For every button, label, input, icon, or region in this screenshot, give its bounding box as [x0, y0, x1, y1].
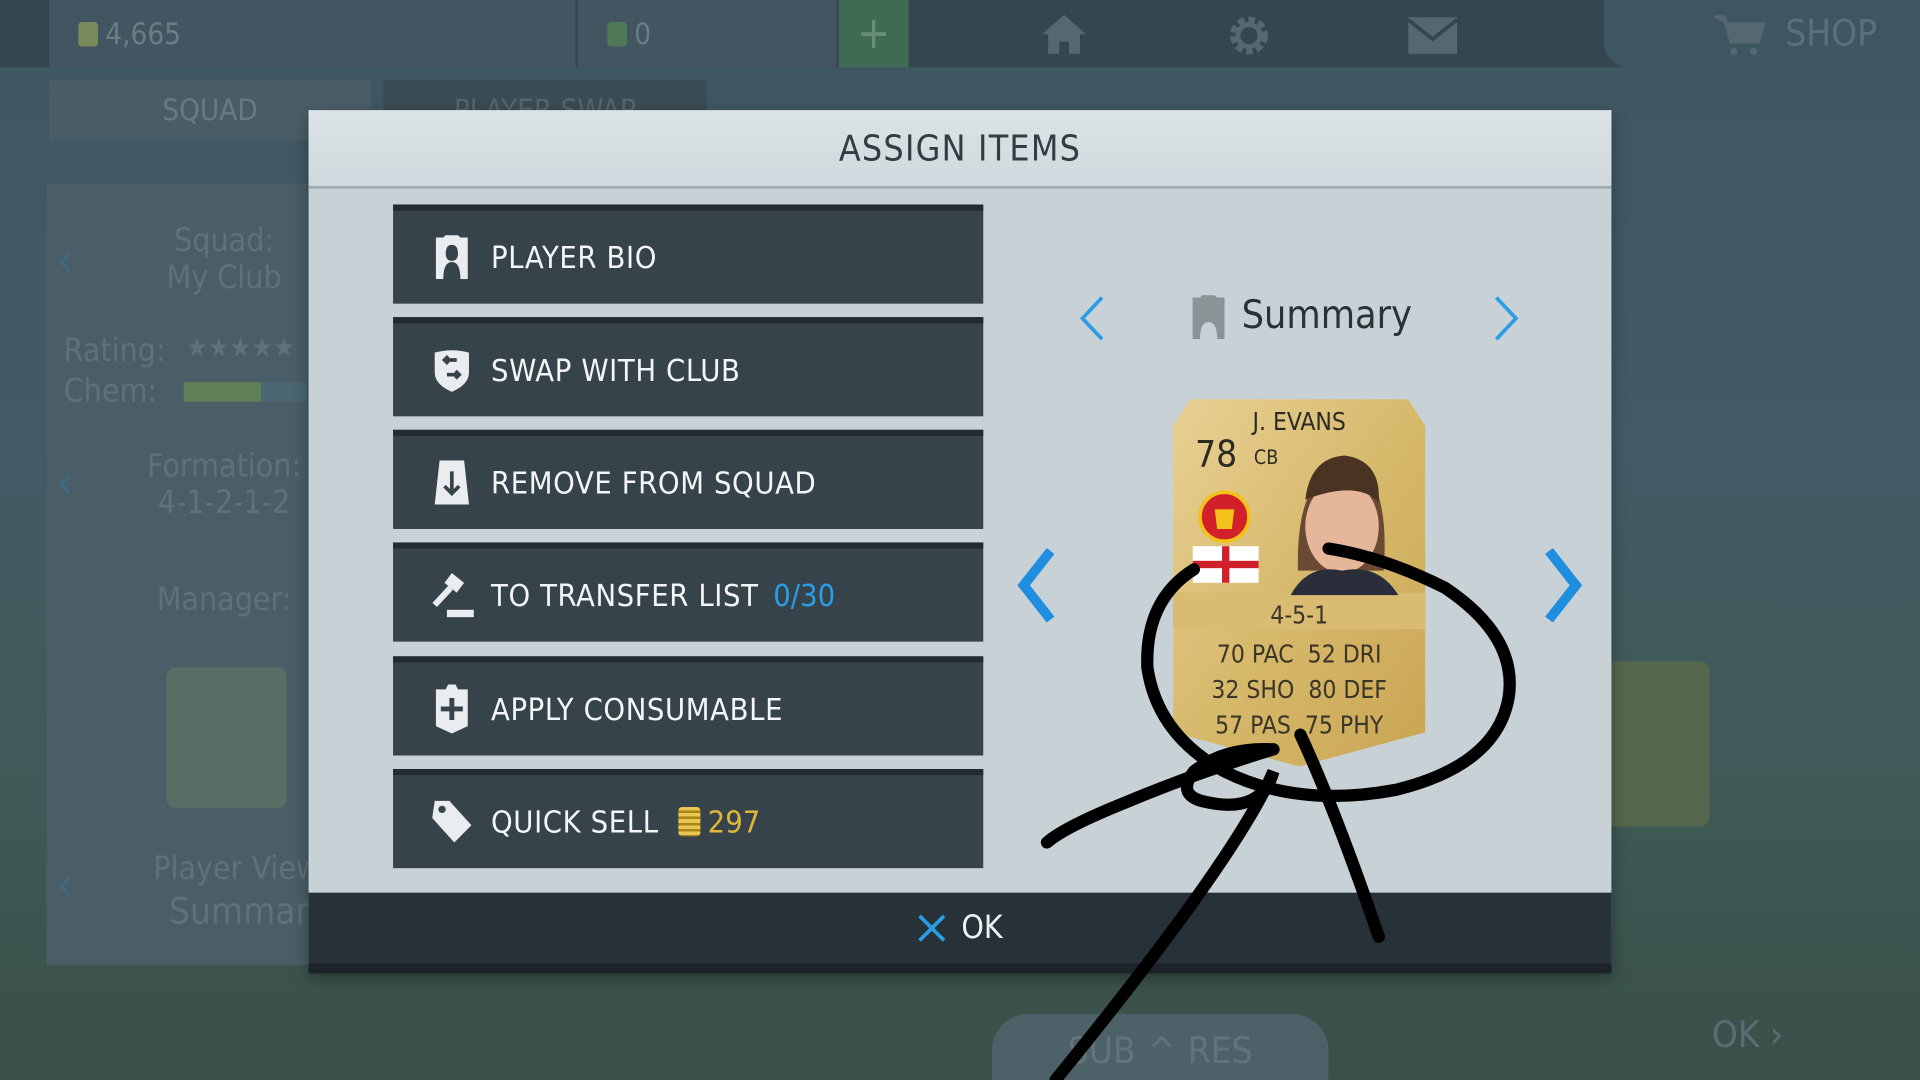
sub-res-tab[interactable]: SUB ^ RES: [991, 1013, 1329, 1080]
rating-stars: ★★★★★: [186, 333, 295, 364]
swap-shield-icon: [430, 345, 474, 394]
squad-info-panel: Squad: My Club ‹ Rating: ★★★★★ 70 Chem: …: [46, 183, 387, 965]
player-silhouette-icon: [430, 233, 474, 282]
apply-consumable-label: APPLY CONSUMABLE: [491, 691, 784, 727]
club-badge-icon: [1198, 490, 1251, 544]
tab-squad-label: SQUAD: [162, 93, 258, 128]
ok-button[interactable]: OK: [308, 892, 1612, 974]
formation-prev-arrow[interactable]: ‹: [56, 456, 73, 510]
gavel-icon: [430, 571, 474, 620]
view-next-arrow[interactable]: [1491, 295, 1520, 342]
swap-with-club-button[interactable]: SWAP WITH CLUB: [393, 317, 984, 417]
player-name: J. EVANS: [1252, 406, 1346, 436]
consumable-plus-icon: [430, 684, 474, 734]
quick-sell-label: QUICK SELL: [491, 803, 659, 840]
player-bio-button[interactable]: PLAYER BIO: [393, 204, 984, 304]
bottom-ok-button[interactable]: OK ›: [1712, 1014, 1783, 1057]
remove-from-squad-label: REMOVE FROM SQUAD: [491, 464, 817, 501]
chem-bar: [183, 382, 307, 402]
swap-with-club-label: SWAP WITH CLUB: [491, 352, 741, 388]
player-bio-label: PLAYER BIO: [491, 239, 658, 275]
quick-sell-button[interactable]: QUICK SELL 297: [393, 768, 984, 869]
sub-label: SUB: [1067, 1029, 1136, 1073]
shop-label: SHOP: [1785, 12, 1878, 56]
to-transfer-list-button[interactable]: TO TRANSFER LIST 0/30: [393, 542, 984, 642]
remove-arrow-icon: [430, 458, 474, 507]
player-prev-arrow[interactable]: [1016, 548, 1058, 623]
add-points-button[interactable]: +: [838, 0, 909, 68]
chem-label: Chem:: [63, 373, 158, 411]
chevron-up-icon: ^: [1147, 1029, 1176, 1073]
squad-value: My Club: [166, 259, 282, 297]
points-value: 0: [634, 16, 652, 51]
summary-silhouette-icon: [1192, 295, 1225, 340]
ok-label: OK: [961, 909, 1003, 947]
player-view-prev-arrow[interactable]: ‹: [56, 857, 73, 911]
apply-consumable-button[interactable]: APPLY CONSUMABLE: [393, 656, 984, 756]
stat-dri: 52 DRI: [1307, 639, 1382, 669]
bottom-ok-label: OK: [1711, 1013, 1760, 1057]
to-transfer-list-label: TO TRANSFER LIST: [491, 577, 759, 613]
player-card[interactable]: J. EVANS 78 CB 4-5-1 70 PAC 52 DRI 32 SH…: [1173, 399, 1426, 767]
stat-pac: 70 PAC: [1216, 639, 1294, 669]
coins-icon: [78, 21, 98, 46]
price-tag-icon: [430, 797, 474, 846]
coins-value: 4,665: [105, 16, 181, 51]
manager-label: Manager:: [156, 581, 292, 619]
stat-pas: 57 PAS: [1215, 710, 1291, 740]
player-rating: 78: [1195, 433, 1238, 477]
rating-label: Rating:: [63, 333, 166, 370]
dialog-title: ASSIGN ITEMS: [838, 127, 1082, 169]
coins-display: 4,665: [48, 0, 576, 68]
chem-bar-fill: [183, 382, 261, 402]
stat-sho: 32 SHO: [1211, 674, 1295, 705]
points-display: 0: [577, 0, 837, 68]
formation-value: 4-1-2-1-2: [157, 484, 291, 522]
shop-button[interactable]: SHOP: [1604, 0, 1920, 68]
cart-icon: [1714, 15, 1766, 56]
mail-icon[interactable]: [1408, 17, 1458, 54]
plus-icon: +: [857, 8, 891, 59]
home-icon[interactable]: [1040, 12, 1089, 56]
close-icon: [918, 914, 946, 942]
player-position: CB: [1253, 445, 1279, 469]
stat-phy: 75 PHY: [1304, 710, 1384, 740]
transfer-list-count: 0/30: [773, 577, 836, 613]
view-prev-arrow[interactable]: [1078, 295, 1107, 342]
points-icon: [607, 21, 627, 46]
player-formation: 4-5-1: [1270, 600, 1329, 630]
res-label: RES: [1187, 1029, 1253, 1073]
stat-def: 80 DEF: [1308, 674, 1387, 705]
squad-label: Squad:: [174, 222, 275, 260]
dialog-header: ASSIGN ITEMS: [308, 110, 1612, 189]
view-selector-label: Summary: [1241, 291, 1412, 338]
squad-prev-arrow[interactable]: ‹: [56, 233, 73, 287]
gear-icon[interactable]: [1224, 11, 1273, 60]
remove-from-squad-button[interactable]: REMOVE FROM SQUAD: [393, 429, 984, 529]
nation-flag-icon: [1192, 546, 1259, 583]
manager-card[interactable]: [166, 667, 287, 809]
coins-icon: [678, 806, 701, 837]
formation-label: Formation:: [147, 448, 302, 485]
assign-items-dialog: ASSIGN ITEMS PLAYER BIO SWAP WITH CLUB R…: [308, 110, 1612, 974]
quick-sell-price: 297: [707, 803, 761, 840]
player-next-arrow[interactable]: [1542, 548, 1584, 623]
